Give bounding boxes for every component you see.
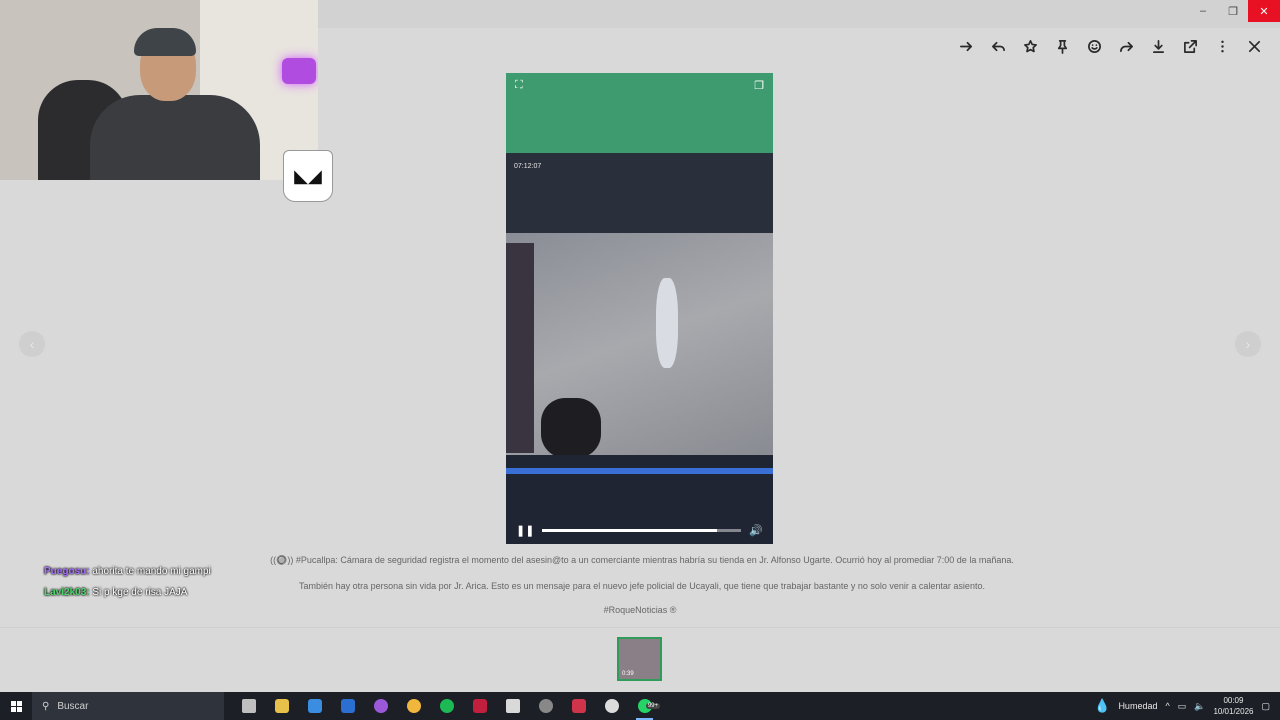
- chat-username: Puegosu:: [44, 566, 90, 577]
- notification-badge: 99+: [645, 703, 660, 709]
- forward-icon[interactable]: [950, 34, 982, 58]
- window-close-button[interactable]: ✕: [1248, 0, 1280, 22]
- weather-icon[interactable]: 💧: [1094, 698, 1110, 714]
- viewer-toolbar: [950, 34, 1270, 58]
- store-icon: [307, 699, 322, 713]
- caption-hashtag[interactable]: #RoqueNoticias ®: [560, 605, 720, 615]
- video-frame-timeline: [506, 468, 773, 474]
- open-external-icon[interactable]: [1174, 34, 1206, 58]
- webcam-overlay: [0, 0, 318, 180]
- notification-icon[interactable]: ▢: [1261, 701, 1270, 712]
- start-button[interactable]: [0, 692, 32, 720]
- divider: [0, 627, 1280, 628]
- chevron-up-icon[interactable]: ^: [1165, 701, 1169, 711]
- spotify-icon: [439, 699, 454, 713]
- taskbar: ⚲ Buscar 99+ 💧 Humedad ^ ▭ 🔈 00:09 10/01…: [0, 692, 1280, 720]
- volume-icon[interactable]: 🔊: [749, 524, 763, 537]
- clock-time: 00:09: [1223, 696, 1244, 705]
- taskbar-app-app-red[interactable]: [562, 692, 595, 720]
- video-timestamp: 07:12:07: [514, 163, 542, 170]
- search-icon: ⚲: [42, 700, 50, 712]
- clock-date: 10/01/2026: [1213, 707, 1254, 716]
- taskbar-app-chrome[interactable]: [529, 692, 562, 720]
- download-icon[interactable]: [1142, 34, 1174, 58]
- app-stack-icon: [505, 699, 520, 713]
- close-icon[interactable]: [1238, 34, 1270, 58]
- title-bar: [318, 0, 1280, 28]
- chrome-profile-icon: [373, 699, 388, 713]
- video-frame-person: [541, 398, 601, 458]
- taskbar-app-outlook[interactable]: [331, 692, 364, 720]
- weather-label[interactable]: Humedad: [1118, 701, 1157, 711]
- obs-icon: [604, 699, 619, 713]
- mascot-sticker: ◣◢: [283, 150, 333, 202]
- taskbar-app-store[interactable]: [298, 692, 331, 720]
- fullscreen-icon[interactable]: ⛶: [515, 79, 523, 92]
- chrome-icon: [538, 699, 553, 713]
- star-icon[interactable]: [1014, 34, 1046, 58]
- chat-message: Lavi2k03: Si p kge de risa JAJA: [44, 587, 187, 598]
- thumbnail-duration: 0:39: [622, 671, 634, 677]
- picture-in-picture-icon[interactable]: ❐: [754, 79, 764, 92]
- taskbar-apps: 99+: [232, 692, 661, 720]
- next-media-button[interactable]: ›: [1235, 331, 1261, 357]
- gx-browser-icon: [472, 699, 487, 713]
- video-frame-person: [656, 278, 678, 368]
- search-placeholder: Buscar: [57, 700, 89, 712]
- taskbar-app-spotify[interactable]: [430, 692, 463, 720]
- file-explorer-icon: [274, 699, 289, 713]
- pin-icon[interactable]: [1046, 34, 1078, 58]
- pause-icon[interactable]: ❚❚: [516, 524, 534, 537]
- taskbar-app-app-yellow[interactable]: [397, 692, 430, 720]
- media-thumbnail[interactable]: 0:39: [617, 637, 662, 681]
- taskbar-app-app-stack[interactable]: [496, 692, 529, 720]
- video-controls: ❚❚ 🔊: [506, 516, 773, 544]
- video-player[interactable]: 07:12:07 ⛶ ❐ ❚❚ 🔊: [506, 73, 773, 544]
- video-frame-shelf: [506, 243, 534, 453]
- taskbar-search[interactable]: ⚲ Buscar: [32, 692, 224, 720]
- video-progress-bar[interactable]: [542, 528, 742, 532]
- taskbar-app-obs[interactable]: [595, 692, 628, 720]
- clock[interactable]: 00:09 10/01/2026: [1213, 695, 1253, 717]
- system-tray: 💧 Humedad ^ ▭ 🔈 00:09 10/01/2026 ▢: [1094, 692, 1280, 720]
- minimize-button[interactable]: –: [1188, 0, 1218, 22]
- caption-line-2: También hay otra persona sin vida por Jr…: [299, 581, 985, 591]
- windows-icon: [10, 700, 22, 712]
- taskbar-app-file-explorer[interactable]: [265, 692, 298, 720]
- webcam-streamer-cap: [134, 28, 196, 56]
- webcam-streamer-body: [90, 95, 260, 180]
- emoji-icon[interactable]: [1078, 34, 1110, 58]
- restore-button[interactable]: ❐: [1218, 0, 1248, 22]
- network-icon[interactable]: ▭: [1178, 701, 1187, 712]
- chat-username: Lavi2k03:: [44, 587, 90, 598]
- chat-text: ahorita te mando mi gampi: [92, 566, 211, 577]
- chat-message: Puegosu: ahorita te mando mi gampi: [44, 566, 211, 577]
- app-red-icon: [571, 699, 586, 713]
- chat-text: Si p kge de risa JAJA: [92, 587, 188, 598]
- video-frame-top: [506, 73, 773, 153]
- previous-media-button[interactable]: ‹: [19, 331, 45, 357]
- app-yellow-icon: [406, 699, 421, 713]
- taskbar-app-chrome-profile[interactable]: [364, 692, 397, 720]
- taskbar-app-task-view[interactable]: [232, 692, 265, 720]
- caption-line-1: ((🔘)) #Pucallpa: Cámara de seguridad reg…: [270, 555, 1014, 565]
- volume-icon[interactable]: 🔈: [1194, 701, 1205, 712]
- more-icon[interactable]: [1206, 34, 1238, 58]
- share-icon[interactable]: [1110, 34, 1142, 58]
- reply-icon[interactable]: [982, 34, 1014, 58]
- webcam-purple-light: [282, 58, 316, 84]
- outlook-icon: [340, 699, 355, 713]
- task-view-icon: [241, 699, 256, 713]
- taskbar-app-gx-browser[interactable]: [463, 692, 496, 720]
- taskbar-app-whatsapp[interactable]: 99+: [628, 692, 661, 720]
